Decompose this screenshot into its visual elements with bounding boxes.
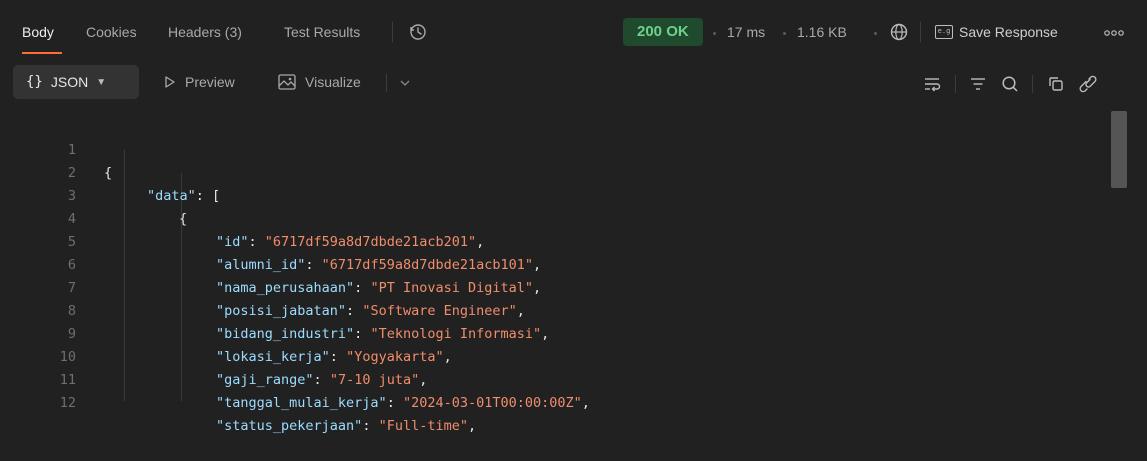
divider [1032,75,1033,93]
response-body-editor[interactable]: 1 { 2 "data": [ 3 { 4 "id": "6717df59a8d… [0,106,1147,434]
format-dropdown[interactable]: {} JSON ▼ [13,65,139,99]
separator-dot [874,32,877,35]
code-line: 11 "tanggal_mulai_kerja": "2024-03-01T00… [0,346,1100,411]
code-line: 8 "bidang_industri": "Teknologi Informas… [0,277,1100,342]
separator-dot [783,32,786,35]
divider [392,22,393,42]
visualize-chevron-down-icon[interactable] [398,76,418,96]
save-response-button[interactable]: e.g Save Response [935,20,1058,44]
play-icon [165,76,175,88]
preview-button[interactable]: Preview [164,74,235,90]
divider [386,74,387,92]
scrollbar-thumb[interactable] [1111,111,1127,188]
response-toolbar: {} JSON ▼ Preview Visualize [0,58,1147,106]
separator-dot [713,32,716,35]
chevron-down-icon: ▼ [96,76,107,88]
json-braces-icon: {} [26,74,43,90]
code-line: 12 "status_pekerjaan": "Full-time", [0,369,1100,434]
globe-icon[interactable] [889,22,909,42]
code-line: 4 "id": "6717df59a8d7dbde21acb201", [0,185,1100,250]
code-line: 3 { [0,162,1100,227]
response-time[interactable]: 17 ms [727,24,765,40]
tab-cookies[interactable]: Cookies [86,24,137,40]
save-response-icon: e.g [935,25,953,39]
history-icon[interactable] [408,22,428,42]
search-icon[interactable] [1000,74,1020,94]
response-tabs-bar: Body Cookies Headers (3) Test Results 20… [0,0,1147,58]
line-number: 12 [59,395,76,411]
code-line: 2 "data": [ [0,139,1100,204]
divider [955,75,956,93]
json-key: "status_pekerjaan" [216,418,363,434]
json-value: "Full-time" [378,418,468,434]
tab-body[interactable]: Body [22,24,54,40]
divider [920,22,921,42]
wrap-lines-icon[interactable] [922,74,942,94]
tab-test-results[interactable]: Test Results [284,24,360,40]
status-badge[interactable]: 200 OK [623,18,703,46]
response-size[interactable]: 1.16 KB [797,24,847,40]
tab-headers[interactable]: Headers (3) [168,24,242,40]
code-line: 7 "posisi_jabatan": "Software Engineer", [0,254,1100,319]
more-icon[interactable] [1101,26,1127,38]
tab-active-indicator [22,52,62,54]
link-icon[interactable] [1078,74,1098,94]
image-icon [278,74,296,90]
format-label: JSON [50,74,89,90]
code-line: 1 { [0,116,1100,181]
preview-label: Preview [185,74,235,90]
visualize-button[interactable]: Visualize [278,74,361,90]
json-value: "2024-03-01T00:00:00Z" [402,395,582,411]
json-key: "tanggal_mulai_kerja" [216,395,387,411]
visualize-label: Visualize [305,74,361,90]
code-line: 5 "alumni_id": "6717df59a8d7dbde21acb101… [0,208,1100,273]
save-response-label: Save Response [959,24,1058,40]
code-line: 9 "lokasi_kerja": "Yogyakarta", [0,300,1100,365]
filter-icon[interactable] [968,74,988,94]
code-line: 6 "nama_perusahaan": "PT Inovasi Digital… [0,231,1100,296]
code-line: 10 "gaji_range": "7-10 juta", [0,323,1100,388]
copy-icon[interactable] [1046,74,1066,94]
